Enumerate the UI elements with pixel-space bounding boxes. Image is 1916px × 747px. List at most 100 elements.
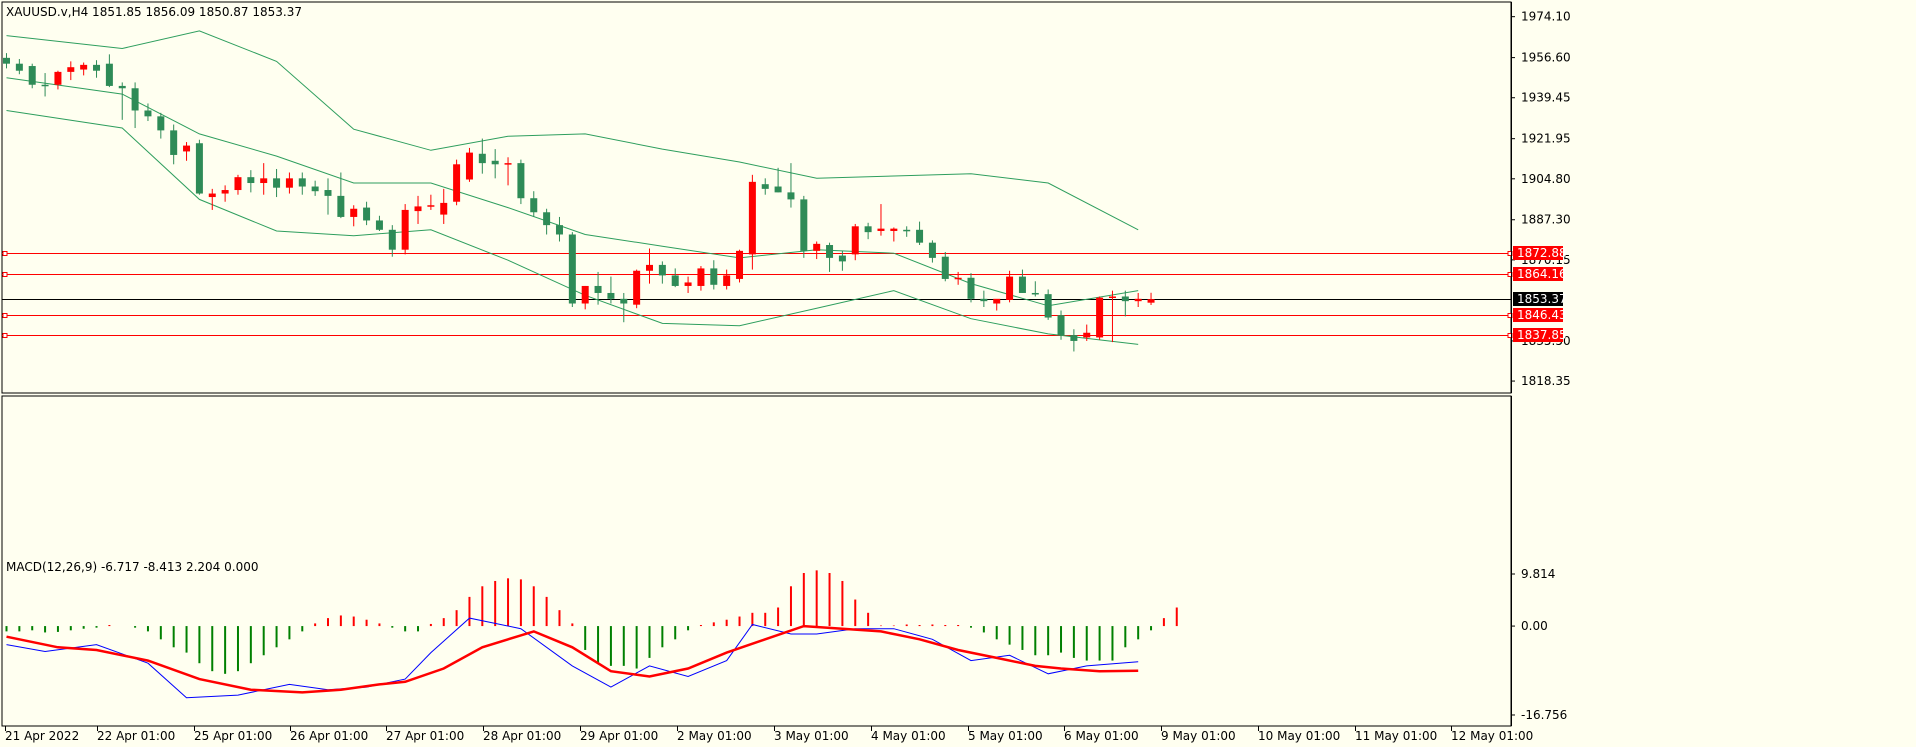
time-tick-label: 6 May 01:00 — [1064, 729, 1139, 743]
time-tick-label: 11 May 01:00 — [1355, 729, 1437, 743]
time-tick-label: 22 Apr 01:00 — [97, 729, 175, 743]
candle-body — [363, 207, 371, 221]
candle[interactable] — [465, 147, 473, 182]
price-label[interactable]: 1837.85 — [1517, 328, 1567, 342]
candle-body — [260, 178, 268, 184]
candle-body — [530, 198, 538, 213]
candle-body — [131, 88, 139, 111]
macd-tick-label: -16.756 — [1521, 708, 1567, 722]
candle-body — [684, 282, 692, 286]
candle-body — [93, 64, 101, 71]
time-tick-label: 29 Apr 01:00 — [580, 729, 658, 743]
candle-body — [1006, 276, 1014, 300]
chart-title: XAUUSD.v,H4 1851.85 1856.09 1850.87 1853… — [6, 5, 302, 19]
trading-chart: 1974.10 1956.60 1939.45 1921.95 1904.80 1887.… — [0, 0, 1916, 747]
chart-canvas: 1974.10 1956.60 1939.45 1921.95 1904.80 1887.… — [0, 0, 1916, 747]
candle-body — [273, 178, 281, 188]
candle-body — [504, 163, 512, 165]
candle-body — [967, 277, 975, 299]
price-label[interactable]: 1853.37 — [1517, 292, 1567, 306]
candle-body — [993, 298, 1001, 304]
candle-body — [350, 208, 358, 217]
candle[interactable] — [1096, 296, 1104, 340]
candle-body — [671, 275, 679, 286]
candle-body — [105, 63, 113, 86]
candle-body — [877, 228, 885, 231]
candle-body — [851, 226, 859, 255]
candle-body — [375, 220, 383, 230]
candle[interactable] — [195, 139, 203, 195]
candle-body — [697, 268, 705, 286]
candle-body — [144, 110, 152, 117]
candle-body — [465, 152, 473, 180]
candle-body — [478, 153, 486, 164]
candle-body — [15, 63, 23, 71]
candle-body — [620, 298, 628, 304]
candle-body — [54, 71, 62, 85]
price-label[interactable]: 1872.88 — [1517, 246, 1567, 260]
candle-body — [118, 85, 126, 89]
candle-body — [838, 255, 846, 262]
candle-body — [594, 285, 602, 293]
price-tick-label: 1887.30 — [1521, 213, 1571, 227]
candle-body — [633, 270, 641, 305]
candle-body — [980, 298, 988, 302]
candle-body — [298, 178, 306, 187]
candle[interactable] — [800, 195, 808, 258]
candle-body — [80, 64, 88, 70]
candle-body — [170, 130, 178, 155]
candle[interactable] — [28, 63, 36, 89]
candle-body — [183, 145, 191, 152]
candle-body — [748, 181, 756, 255]
candle-body — [285, 178, 293, 188]
candle[interactable] — [736, 249, 744, 283]
time-tick-label: 21 Apr 2022 — [5, 729, 79, 743]
price-label[interactable]: 1864.16 — [1517, 267, 1567, 281]
candle-body — [234, 177, 242, 191]
level-anchor-left-4[interactable] — [2, 333, 8, 338]
level-anchor-left-0[interactable] — [2, 251, 8, 256]
time-tick-label: 25 Apr 01:00 — [194, 729, 272, 743]
candle[interactable] — [401, 204, 409, 255]
candle-body — [337, 195, 345, 217]
level-anchor-left-3[interactable] — [2, 313, 8, 318]
candle[interactable] — [517, 159, 525, 205]
candle-body — [761, 184, 769, 189]
candle-body — [1121, 296, 1129, 302]
candle[interactable] — [453, 159, 461, 206]
price-tick-label: 1921.95 — [1521, 132, 1571, 146]
candle-body — [1018, 276, 1026, 293]
candle-body — [568, 234, 576, 304]
candle-body — [543, 212, 551, 226]
candle-body — [427, 205, 435, 207]
candle-body — [813, 243, 821, 251]
candle-body — [28, 66, 36, 85]
candle-body — [800, 199, 808, 251]
time-tick-label: 12 May 01:00 — [1451, 729, 1533, 743]
candle-body — [195, 143, 203, 194]
price-tick-label: 1974.10 — [1521, 10, 1571, 24]
candle[interactable] — [633, 269, 641, 309]
candle-body — [401, 209, 409, 250]
candle-body — [928, 242, 936, 258]
candle-body — [826, 245, 834, 258]
candle[interactable] — [568, 232, 576, 308]
candle-body — [646, 264, 653, 271]
candle-body — [1070, 335, 1078, 341]
time-tick-label: 10 May 01:00 — [1258, 729, 1340, 743]
price-tick-label: 1818.35 — [1521, 374, 1571, 388]
candle-body — [774, 186, 782, 193]
candle-body — [1057, 315, 1065, 336]
candle-body — [581, 285, 589, 304]
candle-body — [954, 277, 962, 280]
candle-body — [1108, 296, 1116, 298]
candle-body — [208, 193, 216, 198]
candle-body — [157, 116, 165, 131]
price-label[interactable]: 1846.43 — [1517, 308, 1567, 322]
time-tick-label: 2 May 01:00 — [677, 729, 752, 743]
candle-body — [311, 186, 319, 192]
time-tick-label: 5 May 01:00 — [968, 729, 1043, 743]
candle-body — [517, 163, 525, 199]
candle-body — [221, 190, 229, 194]
level-anchor-left-1[interactable] — [2, 272, 8, 277]
